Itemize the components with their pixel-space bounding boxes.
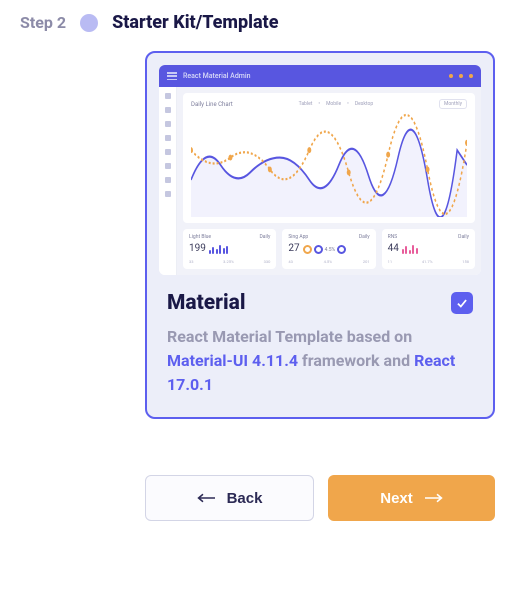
template-name: Material: [167, 291, 246, 315]
chart-tab: Desktop: [355, 101, 373, 107]
next-label: Next: [380, 490, 413, 507]
thumbnail-app-title: React Material Admin: [183, 72, 251, 80]
wizard-actions: Back Next: [145, 475, 495, 521]
thumbnail-chart-card: Daily Line Chart Tablet • Mobile • Deskt…: [183, 93, 475, 223]
thumbnail-appbar: React Material Admin: [159, 65, 481, 87]
back-button[interactable]: Back: [145, 475, 314, 521]
template-card-material[interactable]: React Material Admin Daily Line Chart: [145, 51, 495, 419]
chart-period: Monthly: [439, 99, 467, 109]
stat-card: RNS Daily 44: [382, 229, 475, 269]
selected-check-icon: [451, 292, 473, 314]
chart-tab: Tablet: [299, 101, 313, 107]
stat-card: Sing App Daily 27 4.5%: [282, 229, 375, 269]
material-ui-link[interactable]: Material-UI 4.11.4: [167, 351, 298, 370]
thumbnail-sidebar: [159, 87, 177, 275]
line-chart: [191, 113, 467, 217]
step-indicator-dot: [80, 14, 98, 32]
template-thumbnail: React Material Admin Daily Line Chart: [159, 65, 481, 275]
template-description: React Material Template based on Materia…: [167, 325, 473, 397]
chart-tab: Mobile: [326, 101, 341, 107]
page-title: Starter Kit/Template: [112, 12, 278, 33]
chart-title: Daily Line Chart: [191, 101, 233, 108]
notification-dot: [459, 74, 463, 78]
menu-icon: [167, 72, 177, 80]
notification-dot: [469, 74, 473, 78]
step-header: Step 2 Starter Kit/Template: [20, 12, 490, 33]
stat-card: Light Blue Daily 199: [183, 229, 276, 269]
notification-dot: [449, 74, 453, 78]
arrow-right-icon: [425, 492, 443, 504]
back-label: Back: [227, 490, 263, 507]
arrow-left-icon: [197, 492, 215, 504]
next-button[interactable]: Next: [328, 475, 495, 521]
step-number: Step 2: [20, 13, 66, 32]
